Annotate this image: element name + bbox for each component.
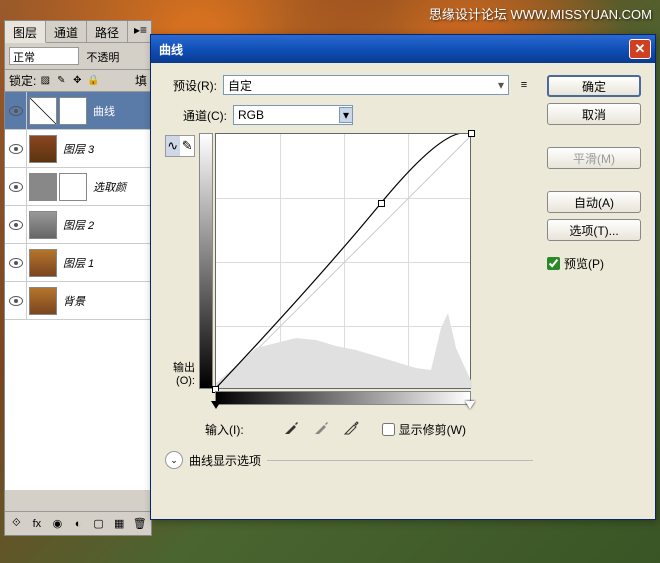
mask-thumb[interactable] — [59, 97, 87, 125]
output-label: 输出(O): — [165, 359, 195, 387]
divider — [267, 460, 533, 461]
fill-label: 填 — [135, 72, 147, 89]
show-clipping-checkbox[interactable]: 显示修剪(W) — [382, 421, 466, 438]
dialog-title: 曲线 — [155, 41, 629, 58]
layer-thumb[interactable] — [29, 287, 57, 315]
grid-line — [280, 134, 281, 388]
point-tool-icon[interactable]: ∿ — [166, 136, 180, 156]
smooth-button[interactable]: 平滑(M) — [547, 147, 641, 169]
layer-name[interactable]: 背景 — [59, 293, 85, 309]
cancel-button[interactable]: 取消 — [547, 103, 641, 125]
curve-canvas[interactable] — [215, 133, 471, 389]
preview-checkbox[interactable]: 预览(P) — [547, 255, 641, 272]
layer-row-curves[interactable]: 曲线 — [5, 92, 151, 130]
black-point-slider[interactable] — [211, 401, 221, 414]
pencil-tool-icon[interactable]: ✎ — [181, 136, 195, 156]
lock-brush-icon[interactable]: ✎ — [54, 74, 68, 88]
layer-row-background[interactable]: 背景 — [5, 282, 151, 320]
close-button[interactable]: ✕ — [629, 39, 651, 59]
layer-name[interactable]: 图层 3 — [59, 141, 94, 157]
eye-icon — [9, 182, 23, 192]
layer-row[interactable]: 图层 1 — [5, 244, 151, 282]
layer-name[interactable]: 图层 1 — [59, 255, 94, 271]
lock-row: 锁定: ▨ ✎ ✥ 🔒 填 — [5, 70, 151, 92]
preset-label: 预设(R): — [165, 77, 217, 94]
curve-point[interactable] — [468, 130, 475, 137]
lock-transparency-icon[interactable]: ▨ — [38, 74, 52, 88]
expand-options-button[interactable]: ⌄ — [165, 451, 183, 469]
new-layer-icon[interactable]: ▦ — [112, 516, 127, 532]
eye-icon — [9, 144, 23, 154]
panel-menu-icon[interactable]: ▸≡ — [130, 21, 151, 42]
lock-label: 锁定: — [9, 72, 36, 89]
layer-thumb[interactable] — [29, 97, 57, 125]
layer-list: 曲线 图层 3 选取颜 图层 2 图层 1 背景 — [5, 92, 151, 490]
layer-thumb[interactable] — [29, 249, 57, 277]
options-button[interactable]: 选项(T)... — [547, 219, 641, 241]
input-gradient[interactable] — [215, 391, 471, 405]
eye-icon — [9, 220, 23, 230]
white-point-slider[interactable] — [465, 401, 475, 414]
expand-label: 曲线显示选项 — [189, 452, 261, 469]
layer-thumb[interactable] — [29, 173, 57, 201]
layer-row[interactable]: 选取颜 — [5, 168, 151, 206]
preset-menu-icon[interactable]: ≡ — [515, 77, 533, 93]
grid-line — [216, 326, 470, 327]
layers-panel: 图层 通道 路径 ▸≡ 正常 不透明 锁定: ▨ ✎ ✥ 🔒 填 曲线 图层 3… — [4, 20, 152, 536]
show-clip-input[interactable] — [382, 423, 395, 436]
curve-point[interactable] — [378, 200, 385, 207]
visibility-toggle[interactable] — [5, 244, 27, 282]
panel-footer: ⟐ fx ◉ ◐ ▢ ▦ 🗑 — [5, 511, 151, 535]
blend-controls: 正常 不透明 — [5, 43, 151, 70]
preset-select[interactable]: 自定 — [223, 75, 509, 95]
layer-name[interactable]: 图层 2 — [59, 217, 94, 233]
link-icon[interactable]: ⟐ — [9, 516, 24, 532]
ok-button[interactable]: 确定 — [547, 75, 641, 97]
lock-all-icon[interactable]: 🔒 — [86, 74, 100, 88]
layer-thumb[interactable] — [29, 211, 57, 239]
channel-select[interactable]: RGB — [233, 105, 353, 125]
output-gradient — [199, 133, 213, 389]
gray-eyedropper-icon[interactable] — [312, 419, 332, 439]
mask-thumb[interactable] — [59, 173, 87, 201]
eye-icon — [9, 258, 23, 268]
layer-thumb[interactable] — [29, 135, 57, 163]
black-eyedropper-icon[interactable] — [282, 419, 302, 439]
curve-tool-buttons: ∿ ✎ — [165, 135, 195, 157]
panel-tabs: 图层 通道 路径 ▸≡ — [5, 21, 151, 43]
curves-dialog: 曲线 ✕ 预设(R): 自定 ≡ 通道(C): RGB ∿ ✎ 输出(O): — [150, 34, 656, 520]
visibility-toggle[interactable] — [5, 130, 27, 168]
layer-row[interactable]: 图层 2 — [5, 206, 151, 244]
visibility-toggle[interactable] — [5, 92, 27, 130]
eye-icon — [9, 106, 23, 116]
blend-mode-select[interactable]: 正常 — [9, 47, 79, 65]
lock-move-icon[interactable]: ✥ — [70, 74, 84, 88]
grid-line — [216, 198, 470, 199]
preview-input[interactable] — [547, 257, 560, 270]
tab-paths[interactable]: 路径 — [87, 21, 128, 42]
grid-line — [408, 134, 409, 388]
visibility-toggle[interactable] — [5, 168, 27, 206]
dialog-titlebar[interactable]: 曲线 ✕ — [151, 35, 655, 63]
channel-label: 通道(C): — [175, 107, 227, 124]
white-eyedropper-icon[interactable] — [342, 419, 362, 439]
tab-layers[interactable]: 图层 — [5, 21, 46, 43]
opacity-label: 不透明 — [86, 52, 119, 64]
adjustment-icon[interactable]: ◐ — [71, 516, 86, 532]
layer-name[interactable]: 曲线 — [89, 103, 115, 119]
visibility-toggle[interactable] — [5, 282, 27, 320]
layer-row[interactable]: 图层 3 — [5, 130, 151, 168]
watermark-text: 思缘设计论坛 WWW.MISSYUAN.COM — [429, 4, 652, 23]
eye-icon — [9, 296, 23, 306]
visibility-toggle[interactable] — [5, 206, 27, 244]
mask-icon[interactable]: ◉ — [50, 516, 65, 532]
folder-icon[interactable]: ▢ — [91, 516, 106, 532]
trash-icon[interactable]: 🗑 — [132, 516, 147, 532]
auto-button[interactable]: 自动(A) — [547, 191, 641, 213]
tab-channels[interactable]: 通道 — [46, 21, 87, 42]
input-label: 输入(I): — [205, 421, 244, 438]
layer-name[interactable]: 选取颜 — [89, 179, 126, 195]
curve-line — [216, 134, 470, 388]
fx-icon[interactable]: fx — [30, 516, 45, 532]
